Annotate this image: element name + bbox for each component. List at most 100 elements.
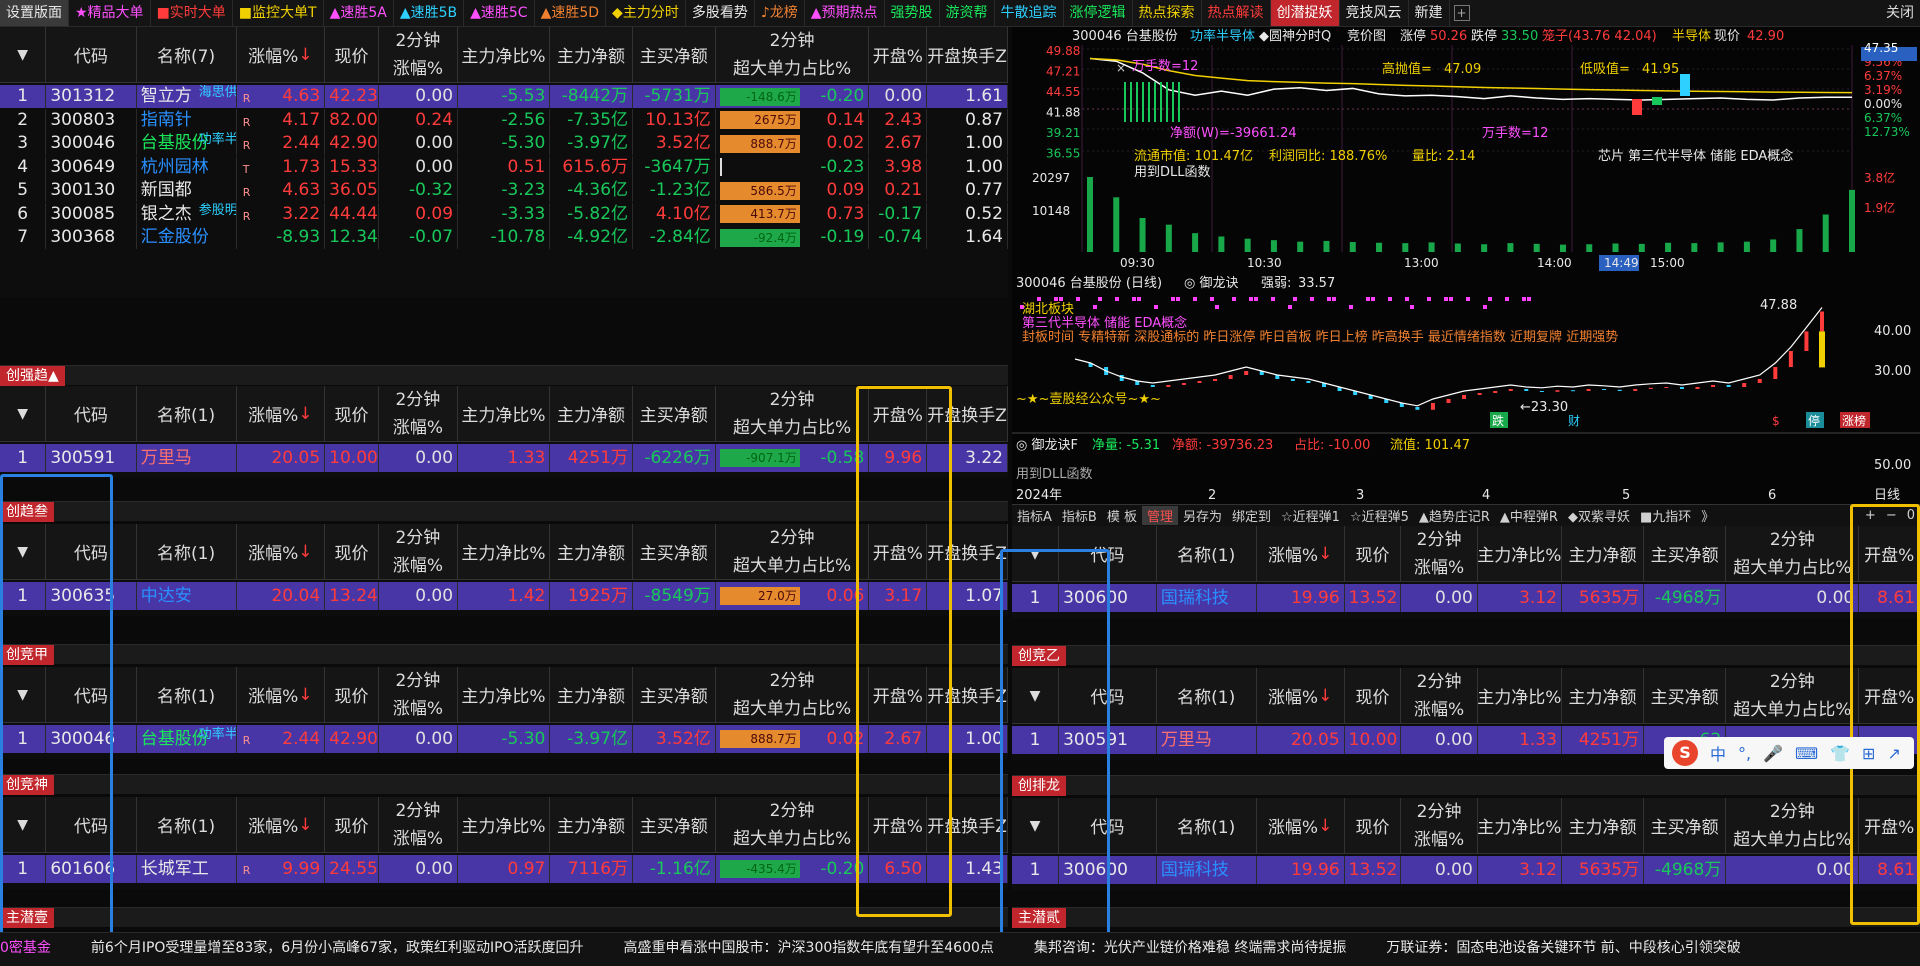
table-row[interactable]: 4 300649 杭州园林 T 1.73 15.33 0.00 0.51 615.6万 -3647… — [0, 155, 1008, 179]
cell-code[interactable]: 300368 — [46, 226, 137, 249]
table-row[interactable]: 3300046台基股份功率半导体 R 2.4442.900.00-5.30-3.97… — [0, 132, 1008, 155]
cell-name[interactable]: 国瑞科技 — [1157, 584, 1257, 612]
top-tab-1[interactable]: ★精品大单 — [69, 0, 151, 26]
col-header-ratio[interactable]: 主力净比% — [458, 797, 551, 852]
col-header-big[interactable]: 2分钟 超大单力占比% — [716, 524, 870, 579]
col-header-price[interactable]: 现价 — [325, 386, 379, 441]
cell-name[interactable]: 杭州园林 — [137, 155, 237, 179]
cell-name[interactable]: 国瑞科技 — [1157, 856, 1257, 884]
col-header-code[interactable]: 代码 — [46, 386, 137, 441]
col-header-two[interactable]: 2分钟 涨幅% — [379, 524, 458, 579]
col-header-buy[interactable]: 主买净额 — [1644, 798, 1727, 853]
col-header-price[interactable]: 现价 — [325, 667, 379, 722]
stock-name[interactable]: 国瑞科技 — [1161, 860, 1229, 880]
top-tab-10[interactable]: ♪龙榜 — [755, 0, 805, 26]
col-header-price[interactable]: 现价 — [1345, 526, 1402, 581]
close-label[interactable]: 关闭 — [1886, 0, 1914, 26]
table-row[interactable]: 7 300368 汇金股份 -8.93 12.34 -0.07 -10.78 -4.92亿 -2… — [0, 226, 1008, 249]
top-tab-9[interactable]: 多股看势 — [686, 0, 755, 26]
cell-code[interactable]: 300649 — [46, 155, 137, 179]
ime-toolbar[interactable]: S 中 °, 🎤 ⌨ 👕 ⊞ ↗ — [1664, 737, 1914, 769]
top-tab-11[interactable]: ▲预期热点 — [805, 0, 885, 26]
col-header-net[interactable]: 主力净额 — [1562, 798, 1645, 853]
col-header-ratio[interactable]: 主力净比% — [1478, 798, 1562, 853]
cell-code[interactable]: 301312 — [46, 85, 137, 108]
col-header-name[interactable]: 名称(1) — [137, 797, 237, 852]
top-tab-18[interactable]: 创潜捉妖 — [1270, 0, 1340, 26]
col-header-net[interactable]: 主力净额 — [1562, 668, 1645, 723]
ticker-item-2[interactable]: 高盛重申看涨中国股市：沪深300指数年底有望升至4600点 — [624, 940, 994, 956]
col-header-ratio[interactable]: 主力净比% — [458, 386, 551, 441]
col-header-net[interactable]: 主力净额 — [550, 386, 633, 441]
col-header-name[interactable]: 名称(1) — [1157, 526, 1257, 581]
table-row[interactable]: 1301312智立方海思供应商R4.6342.230.00-5.53-8442万… — [0, 85, 1008, 108]
add-tab-button[interactable]: + — [1453, 5, 1470, 21]
col-header-name[interactable]: 名称(1) — [137, 386, 237, 441]
stock-name[interactable]: 杭州园林 — [141, 157, 209, 177]
table-row[interactable]: 1 300600 国瑞科技 19.96 13.52 0.00 3.12 5635万 -4968万… — [1012, 856, 1920, 884]
top-tab-14[interactable]: 牛散追踪 — [995, 0, 1064, 26]
stock-name[interactable]: 汇金股份 — [141, 227, 209, 247]
cell-name[interactable]: 智立方海思供应商 — [137, 85, 237, 108]
ime-item-icon-3[interactable]: ⌨ — [1795, 744, 1818, 763]
top-tab-7[interactable]: ▲速胜5D — [535, 0, 607, 26]
col-header-ratio[interactable]: 主力净比% — [458, 524, 551, 579]
indicator-tab-8[interactable]: ▲趋势庄记R — [1414, 506, 1495, 525]
table-row[interactable]: 5 300130 新国都 R 4.63 36.05 -0.32 -3.23 -4.36亿 -1.2… — [0, 179, 1008, 202]
col-header-no[interactable]: ▼ — [0, 386, 47, 441]
ime-item-icon-2[interactable]: 🎤 — [1763, 744, 1783, 763]
top-tab-8[interactable]: ◆主力分时 — [606, 0, 686, 26]
top-tab-13[interactable]: 游资帮 — [940, 0, 995, 26]
top-tab-4[interactable]: ▲速胜5A — [324, 0, 394, 26]
col-header-chg[interactable]: 涨幅% ↓ — [237, 667, 326, 722]
col-header-two[interactable]: 2分钟 涨幅% — [379, 386, 458, 441]
col-header-name[interactable]: 名称(7) — [137, 27, 237, 82]
ime-item-icon-5[interactable]: ⊞ — [1862, 744, 1875, 763]
col-header-name[interactable]: 名称(1) — [137, 667, 237, 722]
col-header-big[interactable]: 2分钟 超大单力占比% — [1726, 526, 1860, 581]
indicator-tab-9[interactable]: ▲中程弹R — [1495, 506, 1563, 525]
col-header-price[interactable]: 现价 — [1345, 798, 1402, 853]
col-header-price[interactable]: 现价 — [325, 27, 379, 82]
top-tab-6[interactable]: ▲速胜5C — [464, 0, 535, 26]
col-header-net[interactable]: 主力净额 — [550, 667, 633, 722]
cell-name[interactable]: 万里马 — [1157, 726, 1257, 754]
cell-name[interactable]: 指南针 — [137, 108, 237, 132]
top-tab-5[interactable]: ▲速胜5B — [394, 0, 465, 26]
indicator-tab-2[interactable]: 模 板 — [1102, 506, 1142, 525]
stock-name[interactable]: 智立方 — [141, 86, 192, 106]
cell-name[interactable]: 台基股份功率半导体 — [137, 725, 237, 753]
col-header-buy[interactable]: 主买净额 — [633, 386, 716, 441]
ticker-item-4[interactable]: 万联证券：固态电池设备关键环节 前、中段核心引领突破 — [1386, 940, 1740, 956]
indicator-tab-5[interactable]: 绑定到 — [1227, 506, 1276, 525]
col-header-big[interactable]: 2分钟 超大单力占比% — [716, 667, 870, 722]
col-header-two[interactable]: 2分钟 涨幅% — [1401, 668, 1478, 723]
col-header-net[interactable]: 主力净额 — [550, 797, 633, 852]
col-header-big[interactable]: 2分钟 超大单力占比% — [716, 386, 870, 441]
top-tab-3[interactable]: ■监控大单T — [233, 0, 324, 26]
intraday-chart[interactable]: 300046 台基股份 功率半导体 ◆圆神分时Q 竞价图 涨停 50.26 跌停 33.50 笼… — [1012, 27, 1920, 273]
top-tab-12[interactable]: 强势股 — [885, 0, 940, 26]
indicator-tab-10[interactable]: ◆双紫寻妖 — [1563, 506, 1635, 525]
col-header-big[interactable]: 2分钟 超大单力占比% — [1726, 798, 1860, 853]
col-header-buy[interactable]: 主买净额 — [633, 667, 716, 722]
stock-name[interactable]: 新国都 — [141, 180, 192, 200]
col-header-two[interactable]: 2分钟 涨幅% — [379, 27, 458, 82]
indicator-tab-1[interactable]: 指标B — [1057, 506, 1102, 525]
ime-logo-icon[interactable]: S — [1672, 740, 1698, 766]
col-header-big[interactable]: 2分钟 超大单力占比% — [716, 27, 870, 82]
col-header-name[interactable]: 名称(1) — [1157, 798, 1257, 853]
col-header-two[interactable]: 2分钟 涨幅% — [379, 797, 458, 852]
col-header-price[interactable]: 现价 — [325, 524, 379, 579]
ime-item-icon-1[interactable]: °, — [1738, 744, 1751, 763]
col-header-name[interactable]: 名称(1) — [1157, 668, 1257, 723]
col-header-net[interactable]: 主力净额 — [1562, 526, 1645, 581]
cell-name[interactable]: 汇金股份 — [137, 226, 237, 249]
top-tab-20[interactable]: 新建 — [1409, 0, 1450, 26]
col-header-price[interactable]: 现价 — [1345, 668, 1402, 723]
table-row[interactable]: 6300085银之杰参股明略科技 R 3.2244.440.09-3.33-5.82… — [0, 202, 1008, 226]
col-header-buy[interactable]: 主买净额 — [633, 797, 716, 852]
indicator-tab-0[interactable]: 指标A — [1012, 506, 1057, 525]
stock-name[interactable]: 万里马 — [1161, 730, 1212, 750]
stock-name[interactable]: 银之杰 — [141, 204, 192, 224]
